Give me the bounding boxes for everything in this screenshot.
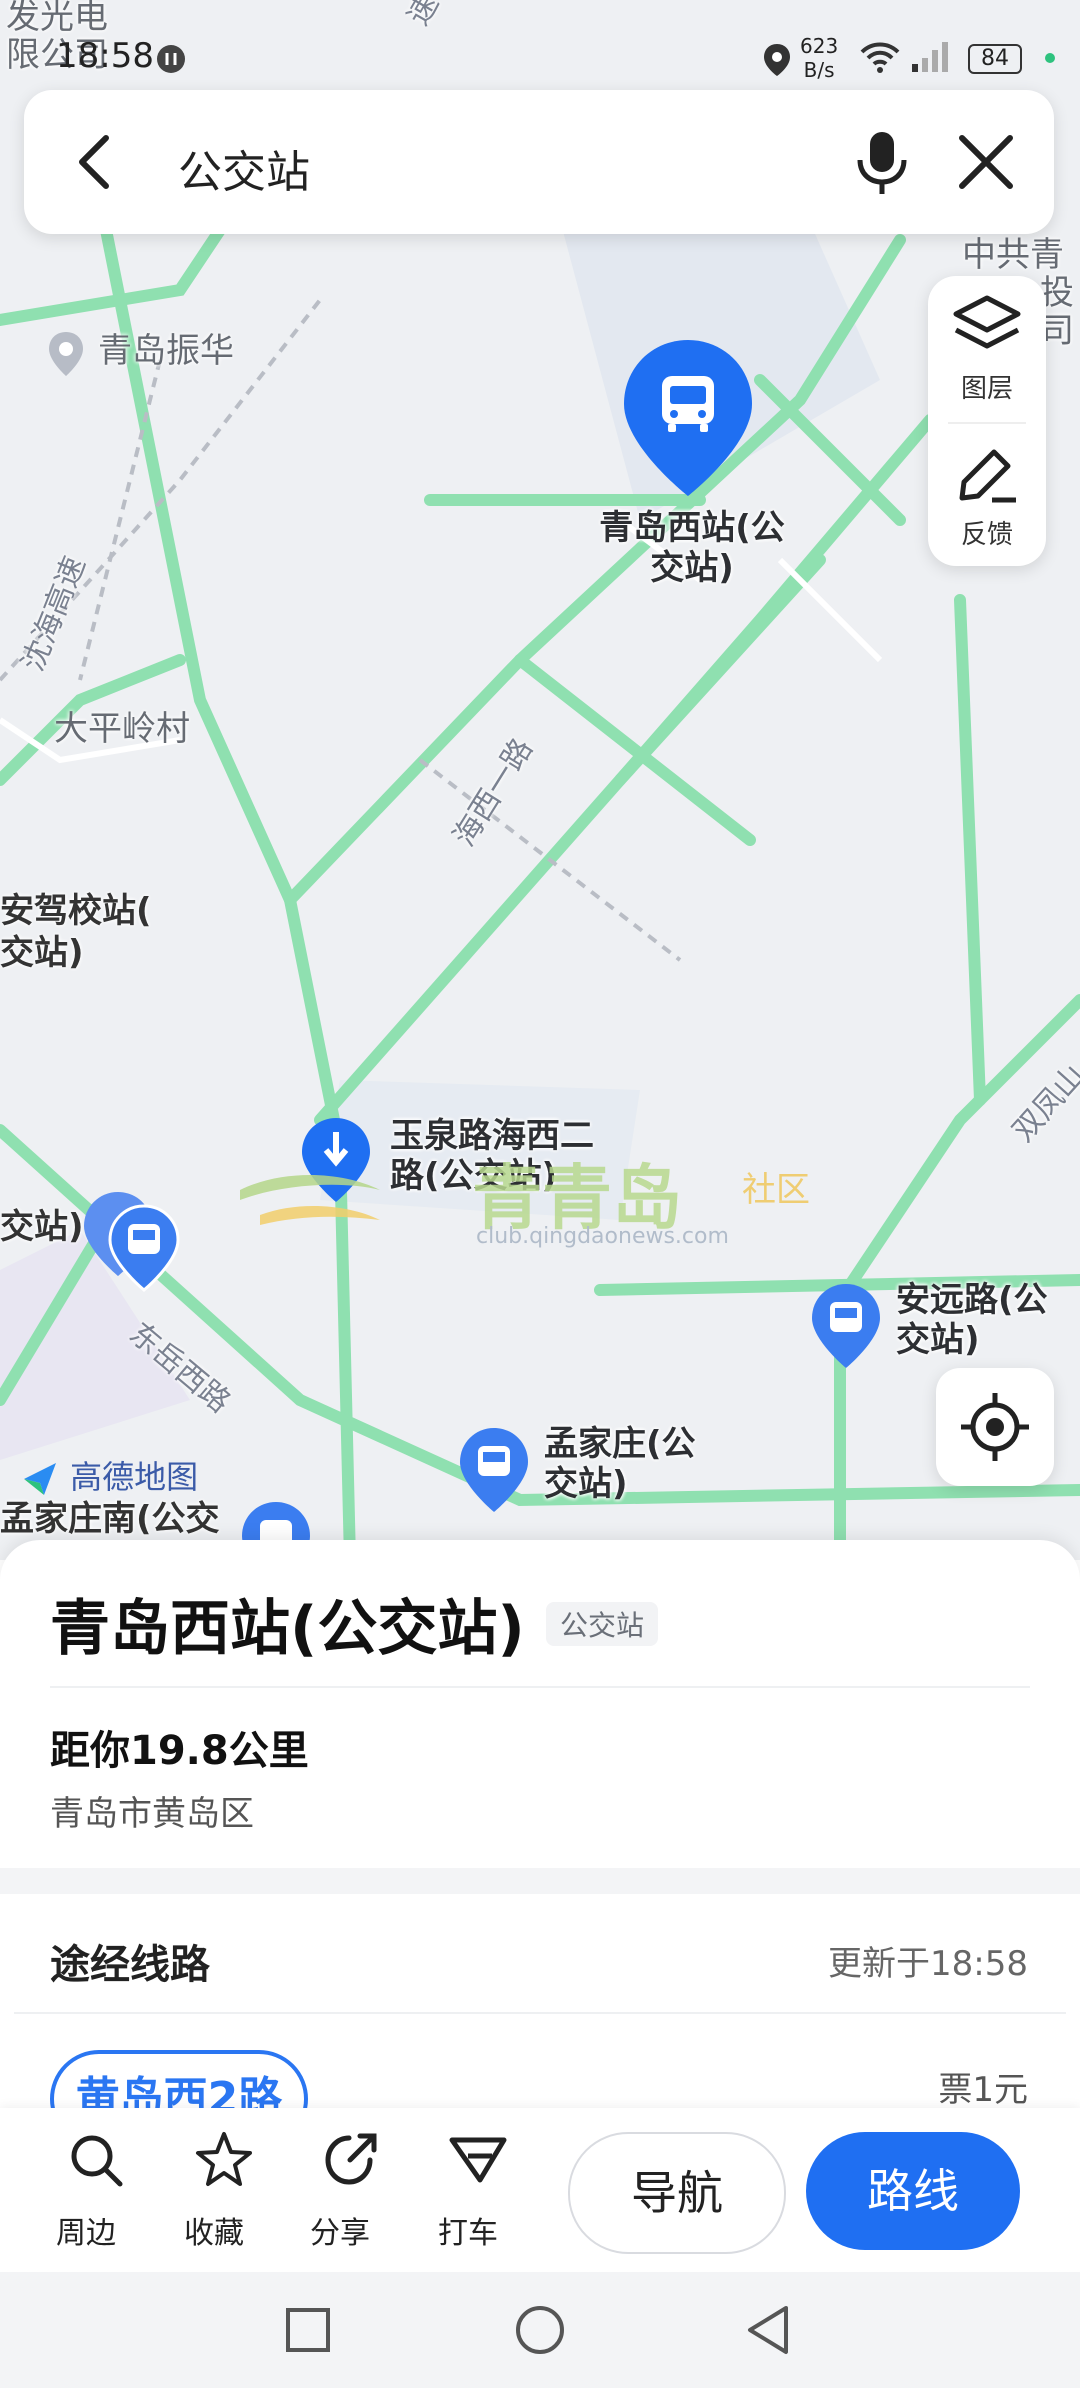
watermark-logo: 青青岛 社区 club.qingdaonews.com xyxy=(240,1140,840,1260)
route-fare: 票1元 xyxy=(938,2070,1028,2110)
status-time: 18:58 xyxy=(56,36,154,76)
close-icon xyxy=(959,135,1013,189)
poi-label-qingdao-west-line1: 青岛西站(公 xyxy=(599,508,785,548)
recents-square-icon[interactable] xyxy=(284,2306,332,2354)
network-speed: 623 B/s xyxy=(800,34,838,82)
nearby-label: 周边 xyxy=(56,2216,116,2251)
search-bar: 公交站 xyxy=(24,90,1054,234)
map-label-mengjiazhuang-south: 孟家庄南(公交 xyxy=(0,1499,220,1539)
location-icon xyxy=(764,44,790,76)
back-button[interactable] xyxy=(60,126,132,198)
map-tools-panel: 图层 反馈 xyxy=(928,276,1046,566)
battery-indicator: 84 xyxy=(968,44,1022,74)
routes-section-title: 途经线路 xyxy=(50,1942,210,1988)
poi-label-anyuan-line1: 安远路(公 xyxy=(896,1280,1048,1320)
status-bar: 18:58 623 B/s 84 xyxy=(0,0,1080,100)
tools-divider xyxy=(948,422,1026,424)
place-title: 青岛西站(公交站) xyxy=(50,1594,525,1664)
green-dot-icon xyxy=(1045,53,1055,63)
map-label-cpc: 中共青 xyxy=(962,235,1064,275)
place-address: 青岛市黄岛区 xyxy=(50,1794,254,1834)
taxi-label: 打车 xyxy=(438,2216,498,2251)
poi-label-qingdao-west: 青岛西站(公 交站) xyxy=(592,508,792,588)
watermark-url: club.qingdaonews.com xyxy=(476,1224,729,1249)
crosshair-icon xyxy=(961,1393,1029,1461)
bus-stop-marker-left[interactable] xyxy=(82,1190,182,1300)
place-pin-icon xyxy=(49,332,83,376)
bus-stop-pin-icon xyxy=(460,1428,528,1512)
poi-label-mengjiazhuang-line1: 孟家庄(公 xyxy=(544,1424,696,1464)
bottom-action-bar: 周边 收藏 分享 打车 导航 路线 xyxy=(0,2108,1080,2272)
amap-logo: 高德地图 xyxy=(20,1452,198,1499)
map-label-driving-school-1: 安驾校站( xyxy=(0,891,152,931)
home-circle-icon[interactable] xyxy=(514,2304,566,2356)
system-navigation-bar xyxy=(0,2272,1080,2388)
amap-arrow-icon xyxy=(24,1463,56,1495)
feedback-label: 反馈 xyxy=(960,520,1013,550)
map-label-zhenhua: 青岛振华 xyxy=(98,331,234,371)
poi-label-anyuan-line2: 交站) xyxy=(896,1320,980,1360)
layers-label: 图层 xyxy=(960,374,1013,404)
bus-stop-marker-anyuan[interactable] xyxy=(810,1282,882,1372)
taxi-icon xyxy=(449,2137,507,2183)
poi-label-anyuan: 安远路(公 交站) xyxy=(896,1280,1048,1360)
share-label: 分享 xyxy=(310,2216,370,2251)
route-button[interactable]: 路线 xyxy=(806,2132,1020,2250)
divider xyxy=(14,2012,1066,2014)
bus-stop-pin-icon xyxy=(84,1192,180,1292)
watermark-sub-text: 社区 xyxy=(742,1170,810,1210)
microphone-icon xyxy=(857,132,907,194)
taxi-button[interactable]: 打车 xyxy=(418,2130,518,2251)
navigate-button[interactable]: 导航 xyxy=(568,2132,786,2254)
locate-button[interactable] xyxy=(936,1368,1054,1486)
feedback-button[interactable]: 反馈 xyxy=(928,426,1046,566)
bus-stop-pin-icon xyxy=(624,340,752,496)
pen-edit-icon xyxy=(959,449,1016,503)
favorite-button[interactable]: 收藏 xyxy=(164,2130,264,2251)
network-speed-value: 623 xyxy=(800,34,839,58)
map-label-left-station: 交站) xyxy=(0,1207,84,1247)
search-icon xyxy=(71,2135,123,2187)
bus-stop-pin-icon xyxy=(812,1284,880,1368)
nearby-button[interactable]: 周边 xyxy=(36,2130,136,2251)
network-speed-unit: B/s xyxy=(803,58,835,82)
signal-icon xyxy=(912,42,948,72)
back-arrow-icon xyxy=(79,135,109,189)
map-view[interactable]: 发光电 限公司 青岛振华 大平岭村 安驾校站( 交站) 交站) 孟家庄南(公交 … xyxy=(0,0,1080,1560)
share-icon xyxy=(325,2133,377,2185)
favorite-label: 收藏 xyxy=(184,2216,244,2251)
share-button[interactable]: 分享 xyxy=(290,2130,390,2251)
layers-icon xyxy=(953,295,1021,349)
map-label-taipingling: 大平岭村 xyxy=(54,709,190,749)
poi-label-qingdao-west-line2: 交站) xyxy=(650,548,734,588)
star-icon xyxy=(196,2132,252,2186)
poi-label-mengjiazhuang: 孟家庄(公 交站) xyxy=(544,1424,696,1504)
wifi-icon xyxy=(860,42,900,73)
routes-updated-time: 更新于18:58 xyxy=(828,1944,1028,1984)
voice-search-button[interactable] xyxy=(846,126,918,198)
selected-bus-stop-marker[interactable] xyxy=(620,336,756,500)
clear-search-button[interactable] xyxy=(950,126,1022,198)
place-category-tag: 公交站 xyxy=(546,1602,659,1646)
back-triangle-icon[interactable] xyxy=(744,2304,792,2356)
map-label-driving-school-2: 交站) xyxy=(0,933,84,973)
divider xyxy=(50,1686,1030,1688)
section-separator xyxy=(0,1868,1080,1894)
amap-logo-text: 高德地图 xyxy=(70,1458,199,1496)
search-input[interactable]: 公交站 xyxy=(178,136,310,200)
notification-icon xyxy=(157,45,185,73)
poi-label-mengjiazhuang-line2: 交站) xyxy=(544,1464,628,1504)
bus-stop-marker-mengjiazhuang[interactable] xyxy=(458,1426,530,1516)
watermark-swoosh-icon xyxy=(240,1175,380,1225)
place-distance: 距你19.8公里 xyxy=(50,1728,309,1774)
layers-button[interactable]: 图层 xyxy=(928,276,1046,418)
